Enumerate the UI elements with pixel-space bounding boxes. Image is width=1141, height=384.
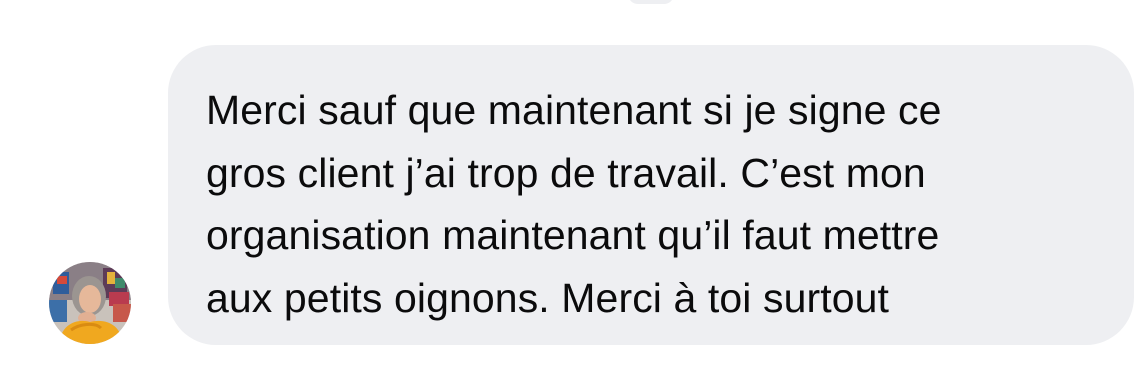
message-bubble[interactable]: Merci sauf que maintenant si je signe ce… [168, 45, 1134, 345]
message-line: Merci sauf que maintenant si je signe ce [206, 87, 942, 133]
sender-avatar[interactable] [49, 262, 131, 344]
message-line: aux petits oignons. Merci à toi surtout [206, 274, 890, 321]
user-avatar-icon [49, 262, 131, 344]
message-text: Merci sauf que maintenant si je signe ce… [206, 79, 1104, 329]
message-line: organisation maintenant qu’il faut mettr… [206, 212, 940, 258]
message-line: gros client j’ai trop de travail. C’est … [206, 149, 926, 196]
previous-message-edge [628, 0, 674, 4]
